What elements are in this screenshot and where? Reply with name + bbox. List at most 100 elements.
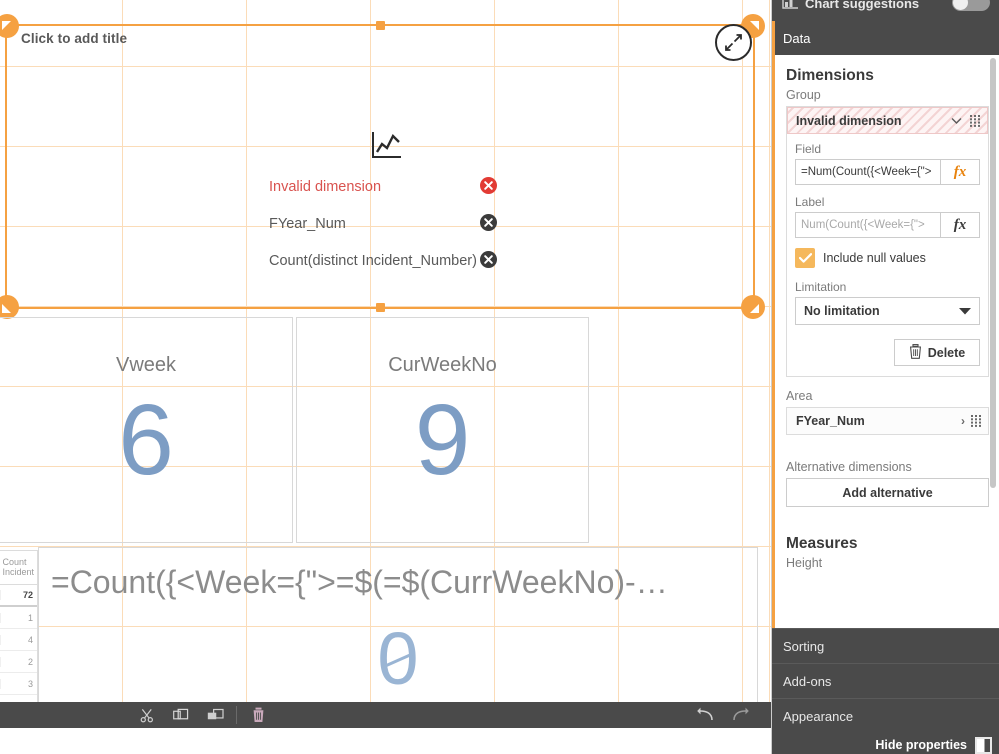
delete-dimension-button[interactable]: Delete — [894, 339, 980, 366]
chart-dimension-fyear: FYear_Num — [269, 213, 346, 235]
kpi-object-vweek[interactable]: Vweek 6 — [0, 317, 293, 543]
dimension-card-header[interactable]: Invalid dimension — [787, 107, 988, 134]
label-label: Label — [795, 195, 825, 209]
chart-dimension-label: FYear_Num — [269, 216, 346, 232]
grip-icon[interactable] — [970, 114, 981, 127]
table-cell: 3 — [0, 678, 37, 689]
table-row[interactable]: 0 4 — [0, 629, 37, 651]
add-alternative-button[interactable]: Add alternative — [786, 478, 989, 507]
chart-dimension-label: Invalid dimension — [269, 179, 382, 195]
expand-icon[interactable] — [715, 24, 752, 61]
kpi-title: CurWeekNo — [388, 354, 497, 376]
chart-object-selected[interactable]: Click to add title Invalid dimension FYe… — [0, 14, 765, 319]
corner-handle-top-left[interactable] — [0, 14, 19, 38]
expression-value: 0 — [377, 617, 419, 700]
alternative-dimensions-label: Alternative dimensions — [786, 460, 912, 474]
dimension-card[interactable]: Invalid dimension Field =Num(Count({<Wee… — [786, 106, 989, 377]
chevron-down-icon[interactable] — [951, 114, 962, 128]
chevron-down-icon — [959, 304, 971, 318]
properties-panel-body[interactable]: Dimensions Group Invalid dimension Field… — [772, 55, 999, 665]
dimension-card-body: Field fx Label fx — [787, 134, 988, 376]
table-cell: 2 — [0, 656, 37, 667]
accordion-addons[interactable]: Add-ons — [772, 663, 999, 698]
accordion-sorting-label: Sorting — [783, 638, 825, 654]
chevron-right-icon[interactable]: › — [961, 414, 965, 428]
resize-handle-s[interactable] — [376, 303, 385, 312]
chart-dimension-count: Count(distinct Incident_Number) — [269, 250, 477, 272]
line-chart-icon — [371, 130, 403, 160]
table-header-cell: Count Incident — [0, 557, 37, 578]
chart-dimension-label: Count(distinct Incident_Number) — [269, 253, 477, 269]
properties-scrollbar-thumb[interactable] — [990, 58, 996, 488]
tab-data-label: Data — [783, 30, 811, 46]
hide-properties-bar[interactable]: Hide properties — [772, 728, 999, 754]
kpi-value: 9 — [414, 384, 471, 496]
field-label: Field — [795, 142, 822, 156]
chart-suggestions-toggle[interactable] — [952, 0, 990, 11]
table-cell: 4 — [0, 634, 37, 645]
undo-icon[interactable] — [689, 702, 723, 728]
table-row[interactable]: 72 — [0, 585, 37, 607]
chart-suggestions-bar[interactable]: Chart suggestions — [772, 0, 999, 21]
measures-heading: Measures — [786, 535, 858, 552]
kpi-title: Vweek — [115, 354, 177, 376]
field-input[interactable] — [795, 159, 940, 185]
trash-icon — [909, 343, 922, 362]
expression-object[interactable]: =Count({<Week={">=$(=$(CurrWeekNo)-… 0 — [38, 547, 758, 719]
label-input[interactable] — [795, 212, 940, 238]
dimension-card-name: Invalid dimension — [796, 113, 902, 128]
properties-panel[interactable]: Chart suggestions Data Dimensions Group … — [771, 0, 999, 754]
tab-data[interactable]: Data — [772, 21, 999, 55]
remove-icon[interactable] — [480, 214, 497, 231]
dimension-pill-label: FYear_Num — [796, 414, 865, 428]
corner-handle-bottom-right[interactable] — [741, 295, 765, 319]
dimensions-group-label: Group — [786, 88, 821, 102]
redo-icon[interactable] — [723, 702, 757, 728]
delete-label: Delete — [927, 345, 966, 360]
include-null-values-row[interactable]: Include null values — [795, 248, 980, 268]
copy-icon[interactable] — [164, 702, 198, 728]
kpi-value: 6 — [118, 384, 174, 496]
scissors-icon[interactable] — [130, 702, 164, 728]
measures-height-label: Height — [786, 556, 823, 570]
paste-icon[interactable] — [198, 702, 232, 728]
limitation-select[interactable]: No limitation — [795, 297, 980, 325]
chart-dimension-invalid: Invalid dimension — [269, 176, 381, 198]
field-fx-button[interactable]: fx — [940, 159, 980, 185]
sheet-canvas[interactable]: Click to add title Invalid dimension FYe… — [0, 0, 771, 728]
include-null-values-checkbox[interactable] — [795, 248, 815, 268]
expression-text: =Count({<Week={">=$(=$(CurrWeekNo)-… — [51, 564, 668, 600]
resize-handle-n[interactable] — [376, 21, 385, 30]
dimensions-heading: Dimensions — [786, 67, 874, 84]
toggle-knob — [953, 0, 968, 10]
table-cell: 72 — [0, 590, 37, 600]
table-row[interactable]: 0 2 — [0, 651, 37, 673]
remove-error-icon[interactable] — [480, 177, 497, 194]
canvas-bottom-toolbar[interactable] — [0, 702, 771, 728]
corner-handle-bottom-left[interactable] — [0, 295, 19, 319]
field-input-row[interactable]: fx — [795, 159, 980, 185]
toolbar-divider — [236, 706, 237, 724]
limitation-label: Limitation — [795, 280, 847, 294]
hide-properties-label: Hide properties — [875, 738, 967, 752]
dimension-pill-fyear[interactable]: FYear_Num › — [786, 407, 989, 435]
limitation-value: No limitation — [804, 304, 880, 318]
table-row[interactable]: 0 1 — [0, 607, 37, 629]
chart-title-placeholder[interactable]: Click to add title — [21, 31, 127, 46]
accordion-sorting[interactable]: Sorting — [772, 628, 999, 663]
panel-toggle-icon[interactable] — [975, 736, 992, 754]
label-fx-button[interactable]: fx — [940, 212, 980, 238]
table-header-row: Count Incident — [0, 551, 37, 585]
remove-icon[interactable] — [480, 251, 497, 268]
accordion-appearance-label: Appearance — [783, 708, 854, 724]
label-input-row[interactable]: fx — [795, 212, 980, 238]
grip-icon[interactable] — [971, 415, 982, 427]
table-row[interactable]: 0 3 — [0, 673, 37, 695]
accordion-addons-label: Add-ons — [783, 673, 832, 689]
include-null-values-label: Include null values — [823, 251, 926, 265]
delete-row: Delete — [795, 339, 980, 366]
area-label: Area — [786, 389, 813, 403]
trash-icon[interactable] — [241, 702, 275, 728]
table-cell: 1 — [0, 612, 37, 623]
kpi-object-curweekno[interactable]: CurWeekNo 9 — [296, 317, 589, 543]
